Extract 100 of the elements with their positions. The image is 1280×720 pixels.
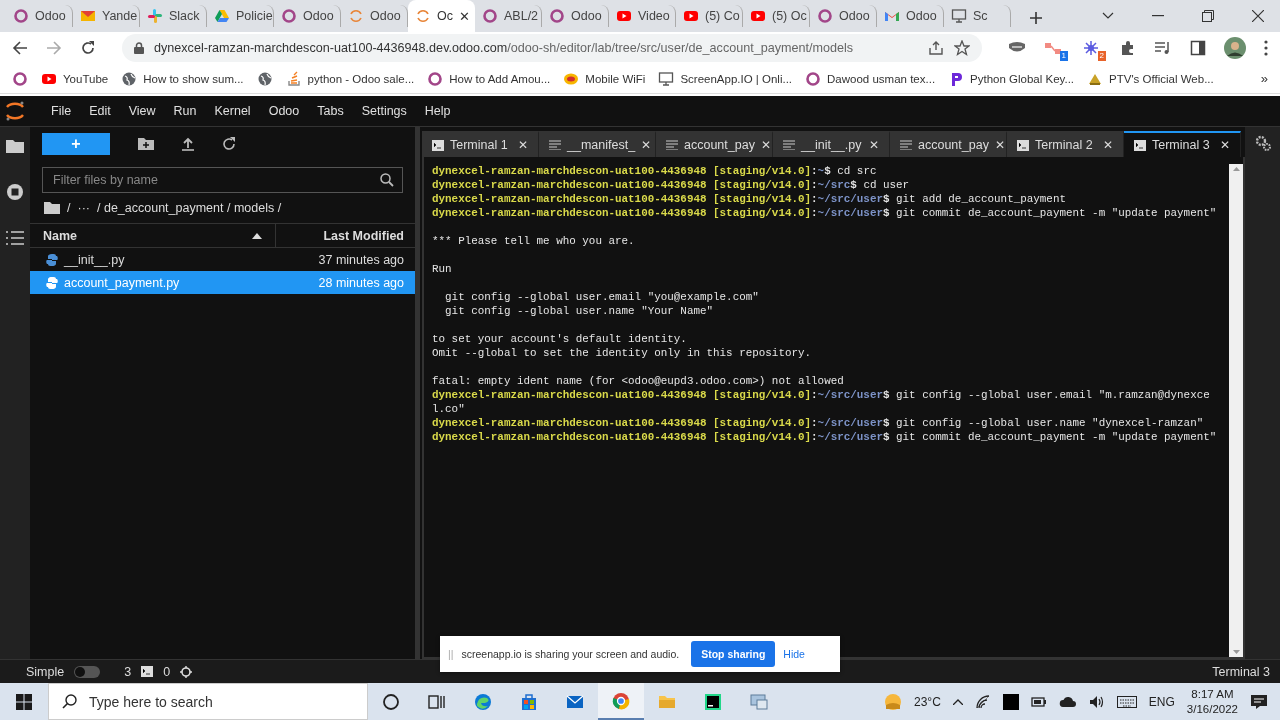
browser-tab[interactable]: Policie [207,5,274,27]
editor-tab[interactable]: __manifest_ ✕ [539,131,656,157]
menu-item[interactable]: Tabs [308,104,353,118]
editor-tab[interactable]: Terminal 1 ✕ [422,131,539,157]
bookmark[interactable]: Python Global Key... [948,70,1075,87]
more-bookmarks-button[interactable]: » [1260,71,1268,86]
close-icon[interactable]: ✕ [1220,138,1230,152]
square-icon[interactable] [1002,693,1019,710]
reload-icon[interactable] [80,40,96,56]
bookmark[interactable]: YouTube [41,70,109,87]
close-icon[interactable]: ✕ [869,138,879,152]
menu-item[interactable]: File [42,104,81,118]
list-icon[interactable] [6,231,24,245]
browser-tab[interactable]: Slack [140,5,207,27]
breadcrumb-link[interactable]: / [67,201,71,215]
gears-icon[interactable] [1254,135,1271,151]
browser-tab[interactable]: Odoo [6,5,73,27]
browser-tab[interactable]: Yande [73,5,140,27]
hide-link[interactable]: Hide [783,648,805,660]
cloud-icon[interactable] [1058,695,1077,708]
close-icon[interactable]: ✕ [994,138,1005,152]
upload-icon[interactable] [182,137,194,151]
editor-tab[interactable]: __init__.py ✕ [773,131,890,157]
browser-tab[interactable]: Odoo [274,5,341,27]
bookmark[interactable]: Dawood usman tex... [805,70,936,87]
menu-item[interactable]: Help [415,104,460,118]
pycharm-icon[interactable] [703,691,723,712]
name-column-header[interactable]: Name [30,224,276,247]
puzzle-icon[interactable] [1120,40,1136,56]
network-icon[interactable] [1044,40,1064,56]
wifi-icon[interactable] [974,694,991,709]
menu-item[interactable]: Edit [80,104,120,118]
notification-icon[interactable] [1250,693,1268,710]
column-header[interactable]: Last Modified [276,228,415,243]
close-icon[interactable] [1252,10,1264,22]
browser-tab[interactable]: Oc ✕ [408,0,475,32]
close-icon[interactable]: ✕ [1103,138,1113,152]
folder-icon[interactable] [44,202,60,214]
menu-item[interactable]: View [119,104,165,118]
language-indicator[interactable]: ENG [1148,694,1175,709]
browser-tab[interactable]: Odoo [542,5,609,27]
kebab-menu-icon[interactable] [1264,40,1268,56]
stop-sharing-button[interactable]: Stop sharing [691,641,776,667]
clock[interactable]: 8:17 AM 3/16/2022 [1186,686,1238,717]
bookmark[interactable]: ScreenApp.IO | Onli... [658,70,793,87]
battery-icon[interactable] [1030,695,1047,708]
chevron-down-icon[interactable] [1102,12,1114,20]
editor-tab[interactable]: Terminal 3 ✕ [1124,131,1241,157]
side-panel-icon[interactable] [1190,40,1206,56]
menu-item[interactable]: Kernel [205,104,260,118]
circle-icon[interactable] [381,691,401,712]
shopping-bag-icon[interactable] [519,691,539,712]
bookmark[interactable]: PTV's Official Web... [1087,70,1214,87]
speaker-icon[interactable] [1088,694,1105,709]
media-icon[interactable] [1154,41,1172,55]
refresh-icon[interactable] [222,137,236,151]
editor-tab[interactable]: Terminal 2 ✕ [1007,131,1124,157]
caret-up-icon[interactable] [952,698,963,705]
edge-icon[interactable] [473,691,493,712]
restore-icon[interactable] [1202,10,1214,22]
close-icon[interactable]: ✕ [760,138,771,152]
star-icon[interactable] [954,40,970,56]
minimize-icon[interactable] [1152,15,1164,17]
scrollbar[interactable] [1229,164,1243,657]
folder-icon[interactable] [6,139,24,153]
avatar-icon[interactable] [1224,37,1246,59]
bookmark[interactable]: python - Odoo sale... [285,70,415,87]
address-bar[interactable]: dynexcel-ramzan-marchdescon-uat100-4436948.dev.odoo.com/odoo-sh/editor/lab/tree/src/user/de_account_payment/models [122,34,982,62]
stop-icon[interactable] [6,183,24,201]
close-icon[interactable]: ✕ [459,8,470,24]
menu-item[interactable]: Settings [352,104,416,118]
close-icon[interactable]: ✕ [641,138,652,152]
plus-icon[interactable] [1029,11,1043,25]
filter-field[interactable]: Filter files by name [42,167,403,193]
browser-tab[interactable]: Odoo [877,5,944,27]
keyboard-icon[interactable] [1116,695,1137,708]
search-field[interactable]: Type here to search [48,683,368,720]
editor-tab[interactable]: account_pay ✕ [890,131,1007,157]
windows-logo-icon[interactable] [16,693,32,710]
new-folder-icon[interactable] [138,138,154,150]
url-text[interactable]: dynexcel-ramzan-marchdescon-uat100-4436948.dev.odoo.com/odoo-sh/editor/lab/tree/src/user/de_account_payment/models [154,41,918,55]
breadcrumb-link[interactable]: / de_account_payment / models / [97,201,282,215]
editor-tab[interactable]: account_pay ✕ [656,131,773,157]
breadcrumb-link[interactable]: ··· [77,201,90,215]
browser-tab[interactable]: ABL/2 [475,5,542,27]
browser-tab[interactable]: (5) Oc [743,5,810,27]
menu-item[interactable]: Odoo [259,104,309,118]
file-row[interactable]: __init__.py 37 minutes ago [30,248,415,271]
close-icon[interactable]: ✕ [518,138,528,152]
browser-tab[interactable]: Sc [944,5,1011,27]
toggle-switch[interactable] [74,665,101,678]
bookmark[interactable]: How to show sum... [121,70,244,87]
chrome-icon[interactable] [611,690,631,711]
browser-tab[interactable]: (5) Co [676,5,743,27]
bookmark[interactable]: Mobile WiFi [563,70,646,87]
back-arrow-icon[interactable] [12,40,28,56]
share-icon[interactable] [928,40,944,56]
menu-item[interactable]: Run [164,104,206,118]
bookmark[interactable]: How to Add Amou... [427,70,551,87]
browser-tab[interactable]: Odoo [810,5,877,27]
